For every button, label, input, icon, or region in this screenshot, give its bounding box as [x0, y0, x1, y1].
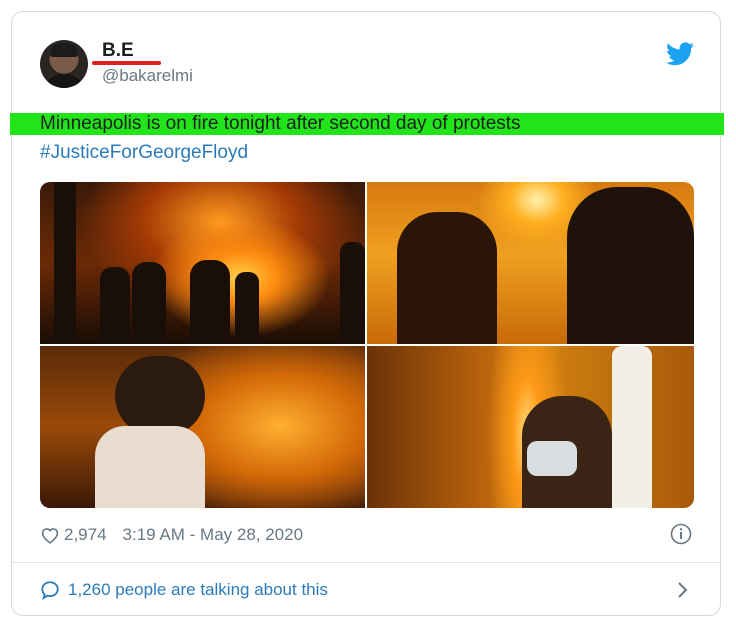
silhouette	[567, 187, 694, 344]
divider	[12, 562, 720, 563]
media-grid	[40, 182, 694, 508]
silhouette	[235, 272, 259, 344]
hashtag-link[interactable]: #JusticeForGeorgeFloyd	[40, 142, 248, 164]
silhouette	[612, 346, 652, 508]
silhouette	[397, 212, 497, 344]
heart-icon[interactable]	[40, 526, 60, 544]
silhouette	[190, 260, 230, 344]
conversation-link[interactable]: 1,260 people are talking about this	[40, 578, 328, 602]
like-count[interactable]: 2,974	[64, 525, 107, 545]
tweet-footer: 2,974 3:19 AM - May 28, 2020	[40, 523, 303, 547]
display-name[interactable]: B.E	[102, 40, 134, 62]
tweet-timestamp[interactable]: 3:19 AM - May 28, 2020	[123, 525, 304, 545]
silhouette	[340, 242, 365, 344]
info-icon[interactable]	[670, 523, 692, 545]
chat-bubble-icon	[41, 581, 59, 600]
avatar-shirt	[44, 74, 84, 88]
photo-protesters-glow[interactable]	[367, 182, 694, 344]
chevron-right-icon[interactable]	[676, 580, 690, 600]
avatar[interactable]	[40, 40, 88, 88]
silhouette	[115, 356, 205, 436]
tweet-text: Minneapolis is on fire tonight after sec…	[40, 113, 521, 134]
twitter-bird-icon[interactable]	[666, 42, 694, 66]
talking-count[interactable]: 1,260 people are talking about this	[68, 580, 328, 600]
silhouette	[95, 426, 205, 508]
silhouette	[100, 267, 130, 344]
photo-fire-fence[interactable]	[40, 182, 365, 344]
user-handle[interactable]: @bakarelmi	[102, 66, 193, 86]
silhouette	[54, 182, 76, 344]
red-underline-annotation	[92, 61, 161, 65]
silhouette	[527, 441, 577, 476]
photo-masked-protester[interactable]	[40, 346, 365, 508]
silhouette	[132, 262, 166, 344]
avatar-hat	[50, 43, 78, 57]
photo-raised-fist[interactable]	[367, 346, 694, 508]
